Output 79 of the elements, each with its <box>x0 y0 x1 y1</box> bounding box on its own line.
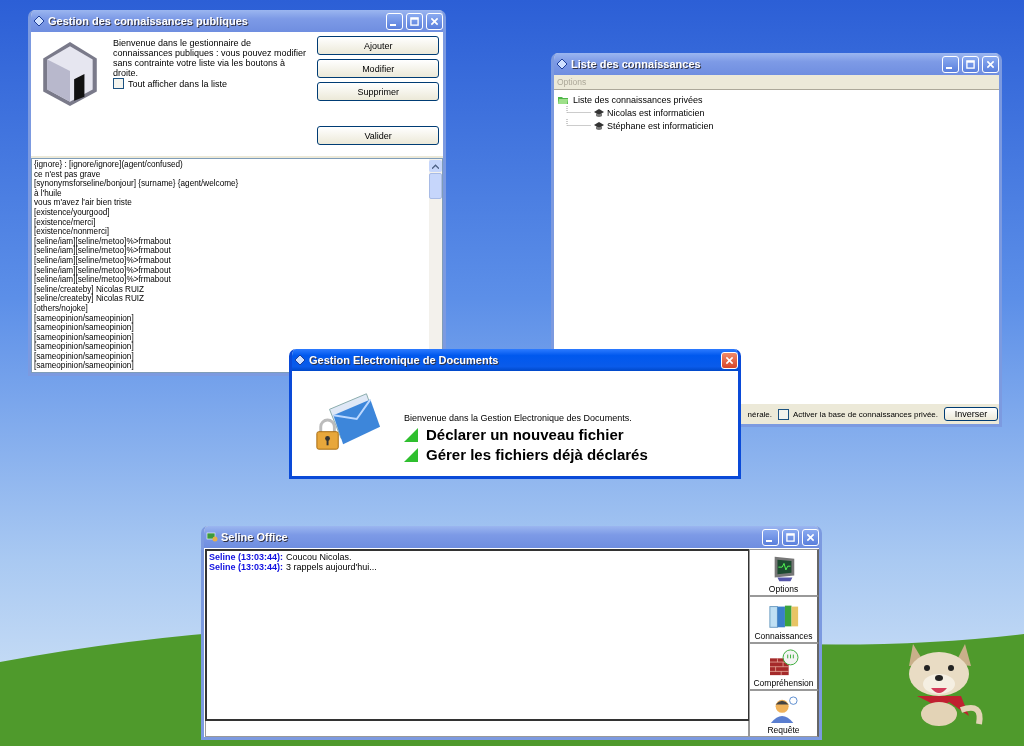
close-button[interactable] <box>721 351 738 369</box>
close-button[interactable] <box>802 528 819 546</box>
window-title: Liste des connaissances <box>571 58 702 70</box>
app-icon <box>206 531 218 543</box>
window-title: Seline Office <box>221 531 289 543</box>
list-item[interactable]: [sameopinion/sameopinion] <box>34 332 427 343</box>
list-item[interactable]: {ignore} : [ignore/ignore](agent/confused) <box>34 160 427 170</box>
intro-text: Bienvenue dans le gestionnaire de connaissances publiques : vous pouvez modifier sans contrainte votre liste via les boutons à droite. <box>113 38 308 78</box>
maximize-button[interactable] <box>962 55 979 73</box>
close-button[interactable] <box>426 12 443 30</box>
close-icon <box>986 59 995 69</box>
message-text: Coucou Nicolas. <box>286 552 352 562</box>
triangle-icon <box>404 447 418 462</box>
invert-button[interactable]: Inverser <box>944 407 998 421</box>
tool-button[interactable]: Options <box>749 549 819 596</box>
checkbox-label: Activer la base de connaissances privée. <box>793 409 938 419</box>
status-text: nérale. <box>747 409 773 419</box>
list-item[interactable]: [sameopinion/sameopinion] <box>34 323 427 333</box>
message-input[interactable] <box>205 721 749 737</box>
message-sender: Seline (13:03:44): <box>209 562 284 572</box>
list-item[interactable]: [seline/iam][seline/metoo]%>frmabout <box>34 275 427 285</box>
list-item[interactable]: vous m'avez l'air bien triste <box>34 198 427 208</box>
list-item[interactable]: [existence/yourgood] <box>34 207 427 218</box>
brick-wall-icon <box>767 649 800 677</box>
maximize-icon <box>966 59 975 69</box>
list-item[interactable]: [seline/createby] Nicolas RUIZ <box>34 294 427 304</box>
list-item[interactable]: [existence/merci] <box>34 217 427 228</box>
minimize-button[interactable] <box>386 12 403 30</box>
tree-item[interactable]: Nicolas est informaticien <box>607 107 705 118</box>
action-button[interactable]: Supprimer <box>317 82 439 101</box>
list-item[interactable]: [existence/nonmerci] <box>34 227 427 237</box>
tree-item[interactable]: Stéphane est informaticien <box>607 120 714 131</box>
action-button[interactable]: Ajouter <box>317 36 439 55</box>
tool-button[interactable]: Connaissances <box>749 596 819 643</box>
action-button[interactable]: Modifier <box>317 59 439 78</box>
minimize-button[interactable] <box>942 55 959 73</box>
hat-icon <box>593 106 605 119</box>
action-button[interactable]: Valider <box>317 126 439 145</box>
list-item[interactable]: [others/nojoke] <box>34 303 427 314</box>
maximize-icon <box>786 532 795 542</box>
list-item[interactable]: [seline/iam][seline/metoo]%>frmabout <box>34 265 427 276</box>
tool-button[interactable]: Requête <box>749 690 819 737</box>
message-text: 3 rappels aujourd'hui... <box>286 562 377 572</box>
list-item[interactable]: [seline/iam][seline/metoo]%>frmabout <box>34 236 427 247</box>
maximize-icon <box>410 16 419 26</box>
close-button[interactable] <box>982 55 999 73</box>
maximize-button[interactable] <box>406 12 423 30</box>
list-item[interactable]: ce n'est pas grave <box>34 169 427 180</box>
action-link[interactable]: Déclarer un nouveau fichier <box>426 426 624 443</box>
app-icon <box>33 15 45 27</box>
hat-icon <box>593 119 605 132</box>
window-title: Gestion des connaissances publiques <box>48 15 249 27</box>
list-item[interactable]: [synonymsforseline/bonjour] {surname} {agent/welcome} <box>34 179 427 189</box>
list-item[interactable]: [seline/createby] Nicolas RUIZ <box>34 284 427 295</box>
window-title: Gestion Electronique de Documents <box>309 354 500 366</box>
intro-text: Bienvenue dans la Gestion Electronique des Documents. <box>404 413 633 423</box>
list-item[interactable]: [seline/iam][seline/metoo]%>frmabout <box>34 246 427 256</box>
minimize-icon <box>766 540 772 542</box>
minimize-icon <box>946 67 952 69</box>
message-sender: Seline (13:03:44): <box>209 552 284 562</box>
tree-item[interactable]: Liste des connaissances privées <box>573 94 703 105</box>
close-icon <box>806 532 815 542</box>
list-item[interactable]: [sameopinion/sameopinion] <box>34 342 427 352</box>
checkbox[interactable] <box>113 78 124 89</box>
minimize-icon <box>390 24 396 26</box>
checkbox-label: Tout afficher dans la liste <box>128 78 227 89</box>
close-icon <box>430 16 439 26</box>
app-icon <box>556 58 568 70</box>
tool-button[interactable]: Compréhension <box>749 643 819 690</box>
list-item[interactable]: à l'huile <box>34 188 427 199</box>
action-link[interactable]: Gérer les fichiers déjà déclarés <box>426 446 648 463</box>
close-icon <box>725 355 734 365</box>
list-item[interactable]: [sameopinion/sameopinion] <box>34 313 427 324</box>
minimize-button[interactable] <box>762 528 779 546</box>
list-item[interactable]: [seline/iam][seline/metoo]%>frmabout <box>34 255 427 266</box>
checkbox[interactable] <box>778 408 790 420</box>
maximize-button[interactable] <box>782 528 799 546</box>
app-icon <box>294 354 306 366</box>
triangle-icon <box>404 427 418 442</box>
